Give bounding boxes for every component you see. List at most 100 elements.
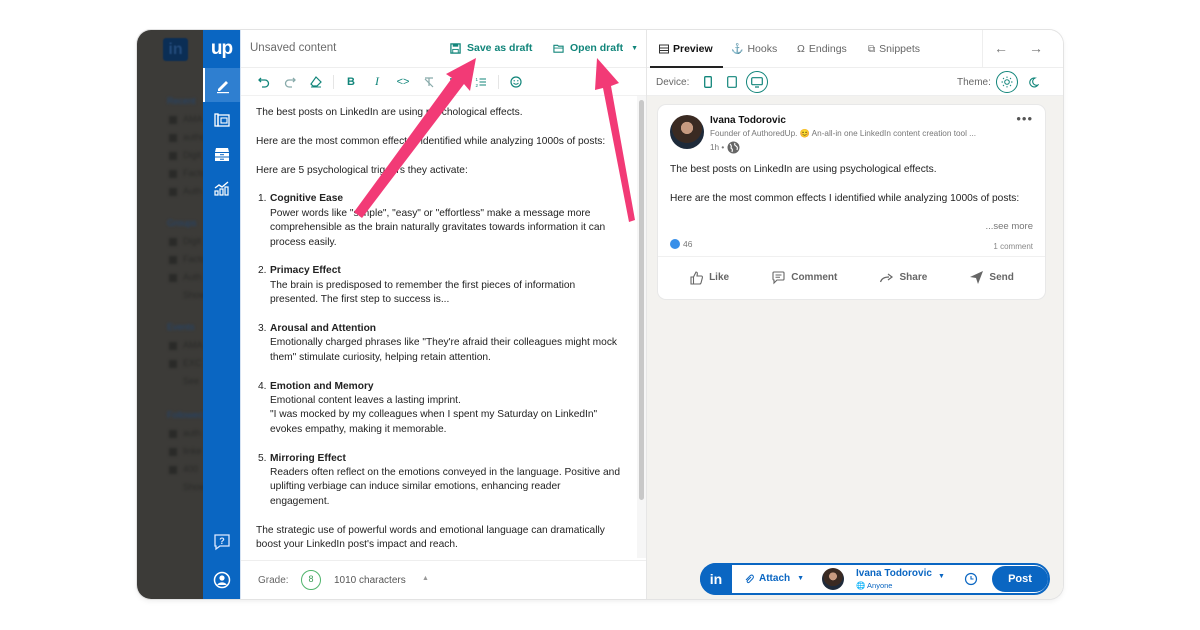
chevron-down-icon[interactable]: ▼ [938,573,945,580]
bold-icon: B [347,75,355,88]
puzzle-icon: ⧉ [868,43,876,55]
toolbar-divider [498,74,499,89]
chevron-up-icon[interactable]: ▲ [422,575,429,582]
author-avatar [822,568,844,590]
rail-item-editor[interactable] [203,68,240,102]
back-button[interactable]: ← [994,40,1008,56]
strikethrough-button[interactable] [418,72,440,92]
author-selector[interactable]: Ivana Todorovic [856,568,932,579]
globe-icon: 🌐 [856,581,866,590]
list-item: 5. Mirroring Effect Readers often reflect … [258,452,620,507]
globe-icon [727,141,740,154]
sun-icon [1001,76,1013,88]
grade-badge[interactable]: 8 [301,570,321,590]
clear-style-icon [424,76,434,87]
arrow-left-icon: ← [994,40,1008,56]
chevron-down-icon: ▼ [631,44,639,52]
italic-button[interactable]: I [366,72,388,92]
device-tablet-button[interactable] [723,73,741,91]
li-item: Digit [169,236,201,246]
rail-item-analytics[interactable] [203,171,240,205]
chevron-down-icon: ▼ [797,575,805,582]
redo-icon [284,77,296,88]
li-section-title: Followed [167,410,203,420]
li-item: EXC [169,358,202,368]
scrollbar-thumb[interactable] [639,100,644,500]
open-draft-button[interactable]: Open draft ▼ [553,42,638,54]
trigger-list: 1. Cognitive Ease Power words like "simple… [256,192,622,509]
emoji-button[interactable] [505,72,527,92]
editor-paragraph: Here are the most common effects I ident… [256,135,606,147]
linkedin-icon: in [700,563,732,595]
preview-options: Device: Theme: [647,68,1063,96]
li-item: Digit [169,150,201,160]
rail-item-help[interactable]: ? [203,525,240,559]
rail-item-profile[interactable] [203,563,240,597]
editor-header: Unsaved content Save as draft Open draft… [241,30,646,68]
tablet-icon [727,76,737,88]
editor-title: Unsaved content [250,42,337,54]
code-icon: <> [396,75,410,88]
li-section-title: Recent [167,96,196,106]
bold-button[interactable]: B [340,72,362,92]
tab-snippets[interactable]: ⧉ Snippets [868,43,920,55]
rail-item-archive[interactable] [203,137,240,171]
li-item: Auth [169,186,202,196]
save-as-draft-button[interactable]: Save as draft [450,42,532,54]
post-button[interactable]: Post [992,566,1048,592]
archive-icon [214,148,229,161]
bullet-list-button[interactable] [444,72,466,92]
author-avatar [670,115,704,149]
like-reaction-icon [670,239,680,249]
editor-panel: Unsaved content Save as draft Open draft… [240,30,647,599]
more-options-icon[interactable]: ••• [1016,111,1033,126]
app-rail: up ? [203,30,240,599]
undo-button[interactable] [253,72,275,92]
editor-paragraph: Here are 5 psychological triggers they a… [256,164,468,176]
tab-hooks[interactable]: ⚓ Hooks [731,43,777,55]
thumbs-up-icon [690,270,704,285]
comment-button[interactable]: Comment [771,270,837,285]
arrow-right-icon: → [1029,40,1043,56]
send-icon [970,270,984,284]
theme-label: Theme: [957,77,991,88]
see-more-link[interactable]: ...see more [985,221,1033,232]
theme-light-button[interactable] [996,71,1018,93]
preview-tabs: Preview ⚓ Hooks Ω Endings ⧉ Snippets ← → [647,30,1063,68]
device-mobile-button[interactable] [699,73,717,91]
bullet-list-icon [450,77,460,86]
help-icon: ? [213,534,230,551]
li-item: AMA [169,340,203,350]
rail-item-library[interactable] [203,103,240,137]
attach-button[interactable]: Attach ▼ [744,573,804,584]
share-button[interactable]: Share [879,270,927,285]
send-button[interactable]: Send [969,270,1014,285]
folder-icon [553,44,564,53]
character-count: 1010 characters [334,575,406,586]
forward-button[interactable]: → [1029,40,1043,56]
clear-format-button[interactable] [305,72,327,92]
tab-preview[interactable]: Preview [659,43,713,55]
code-button[interactable]: <> [392,72,414,92]
list-item: 3. Arousal and Attention Emotionally charg… [258,323,618,363]
li-item: Auth [169,272,202,282]
li-item: linke [169,446,202,456]
schedule-clock-icon[interactable] [964,572,978,586]
linkedin-post-preview: Ivana Todorovic Founder of AuthoredUp. 😊… [658,105,1045,299]
numbered-list-button[interactable]: 12 [470,72,492,92]
post-actions: Like Comment Share Send [658,257,1045,297]
omega-icon: Ω [797,43,805,55]
author-headline: Founder of AuthoredUp. 😊 An-all-in one L… [710,129,976,138]
redo-button[interactable] [279,72,301,92]
authoredup-logo: up [210,38,233,59]
grade-label: Grade: [258,575,289,586]
tab-endings[interactable]: Ω Endings [797,43,847,55]
device-desktop-button[interactable] [746,71,768,93]
like-button[interactable]: Like [689,270,729,285]
visibility-selector[interactable]: 🌐 Anyone [856,581,892,590]
list-item: 2. Primacy Effect The brain is predisposed… [258,265,576,306]
italic-icon: I [375,74,379,88]
post-editor-textarea[interactable]: The best posts on LinkedIn are using psy… [241,96,637,558]
comment-count[interactable]: 1 comment [993,242,1033,251]
theme-dark-button[interactable] [1024,73,1042,91]
